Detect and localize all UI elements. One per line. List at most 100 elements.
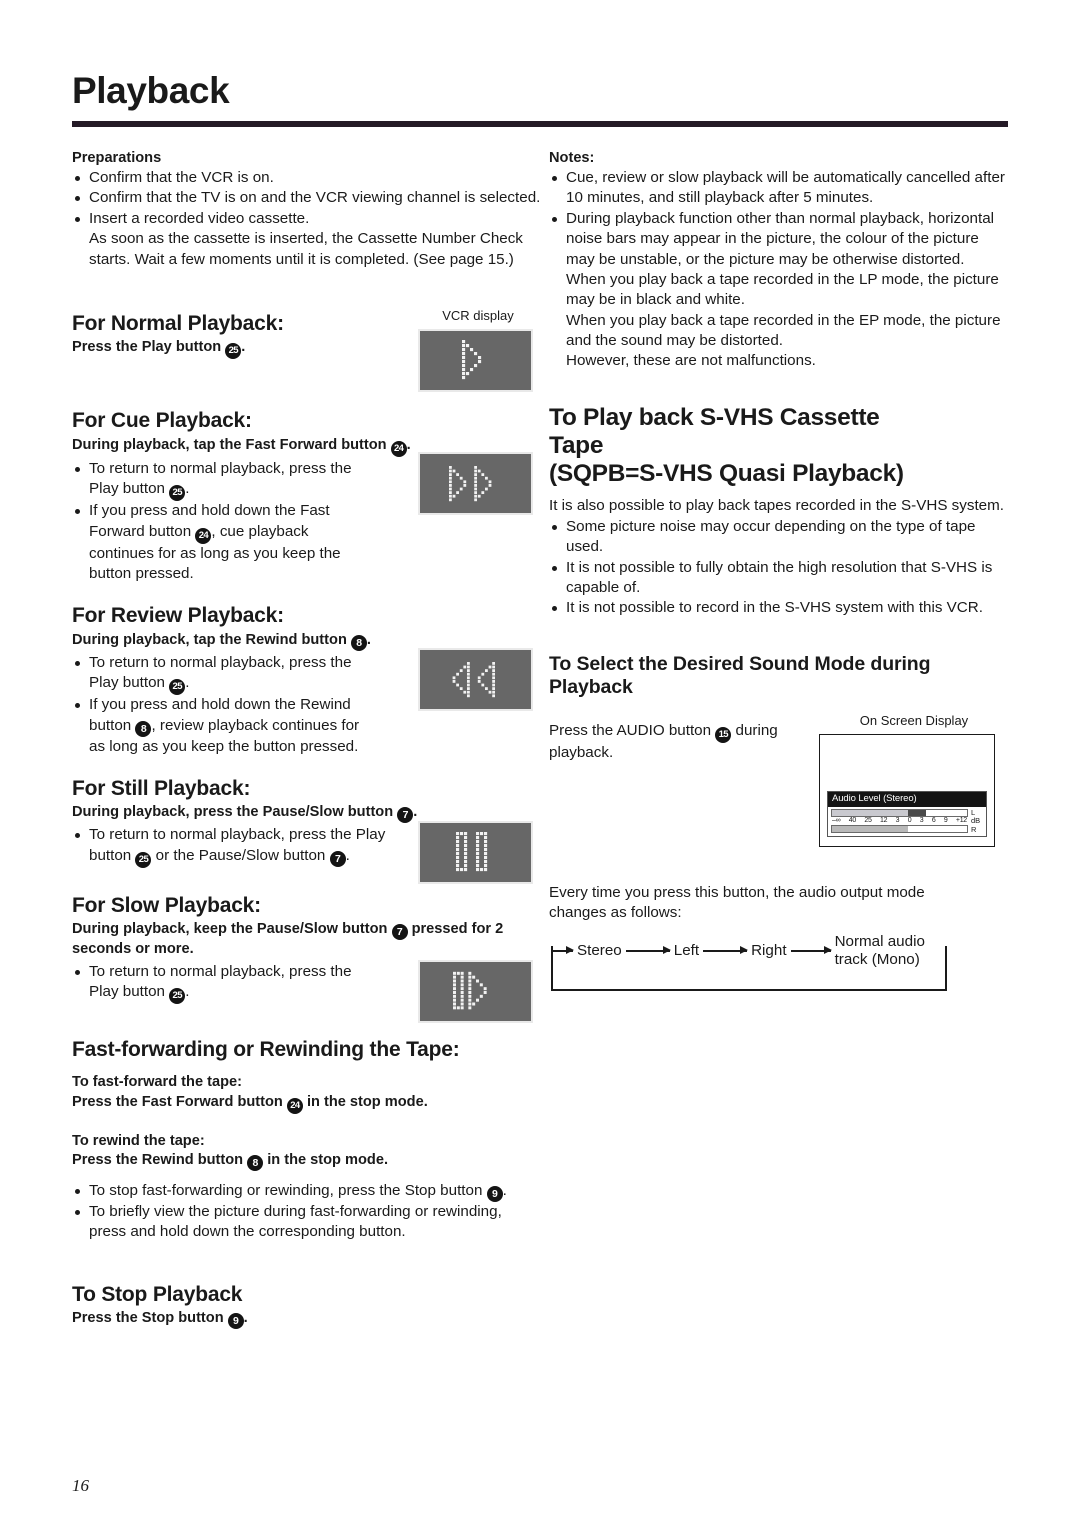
scale-tick: 9: [943, 816, 948, 824]
section-still-playback: For Still Playback: During playback, pre…: [72, 776, 542, 884]
arrow-stereo-left: [625, 946, 671, 955]
audio-mode-cycle-diagram: Stereo Left Right Normal audio track (Mo…: [549, 933, 949, 992]
button-ref-25: 25: [135, 851, 152, 868]
list-item: Some picture noise may occur depending o…: [549, 517, 1008, 558]
meter-label-right: R: [971, 824, 977, 834]
left-column: Preparations Confirm that the VCR is on.…: [72, 149, 542, 1330]
vcr-display-slow: [418, 959, 533, 1023]
button-ref-25: 25: [169, 987, 186, 1004]
svhs-bullets: Some picture noise may occur depending o…: [549, 517, 1008, 619]
button-ref-25: 25: [169, 485, 186, 502]
meter-fill-light: [832, 809, 908, 816]
preparations-note: As soon as the cassette is inserted, the…: [89, 230, 523, 268]
notes-extra-lp: When you play back a tape recorded in th…: [566, 270, 999, 309]
ff-label: To fast-forward the tape:: [72, 1074, 242, 1091]
meter-side-labels: L dB R: [968, 808, 983, 835]
meter-scale: –∞ 40 25 12 3 0 3 6 9 +12: [831, 817, 968, 825]
instruction-text: During playback, press the Pause/Slow bu…: [72, 804, 398, 821]
instruction-suffix: .: [413, 804, 418, 821]
button-ref-24: 24: [390, 440, 407, 457]
ff-instruction: Press the Fast Forward button 24 in the …: [72, 1093, 542, 1114]
button-ref-9: 9: [486, 1185, 503, 1202]
notes-block: Notes: Cue, review or slow playback will…: [549, 149, 1008, 372]
button-ref-8: 8: [247, 1154, 264, 1171]
instruction-text: Press the Play button: [72, 339, 226, 356]
list-item: Cue, review or slow playback will be aut…: [549, 168, 1008, 209]
scale-tick: –∞: [832, 816, 841, 824]
list-item: Confirm that the VCR is on.: [72, 168, 542, 188]
vcr-display-fast-forward: [418, 452, 533, 516]
list-item: During playback function other than norm…: [549, 209, 1008, 270]
vcr-display-play: [418, 328, 533, 392]
bullet-text: To return to normal playback, press the …: [89, 962, 352, 1000]
instruction-suffix: .: [406, 436, 411, 453]
section-svhs: To Play back S-VHS Cassette Tape (SQPB=S…: [549, 404, 1008, 619]
button-ref-7: 7: [391, 924, 408, 941]
heading-svhs-line3: (SQPB=S-VHS Quasi Playback): [549, 459, 904, 487]
bullet-suffix: .: [185, 480, 190, 498]
heading-stop-playback: To Stop Playback: [72, 1282, 243, 1306]
scale-tick: 3: [895, 816, 900, 824]
osd-frame: Audio Level (Stereo) –∞ 40 25 12 3 0 3 6…: [819, 734, 995, 848]
notes-heading: Notes:: [549, 149, 595, 166]
preparations-heading: Preparations: [72, 149, 162, 166]
section-normal-playback: VCR display For Normal Playback: Press t…: [72, 308, 542, 392]
rewind-label: To rewind the tape:: [72, 1132, 205, 1149]
cycle-step-stereo: Stereo: [577, 941, 622, 959]
notes-extra-malfunction: However, these are not malfunctions.: [566, 352, 816, 370]
meter-stack: –∞ 40 25 12 3 0 3 6 9 +12: [831, 808, 968, 835]
meter-fill-dark: [907, 809, 927, 816]
button-ref-24: 24: [195, 527, 212, 544]
heading-review-playback: For Review Playback:: [72, 604, 284, 628]
arrow-into-stereo: [551, 946, 574, 955]
section-stop-playback: To Stop Playback Press the Stop button 9…: [72, 1283, 542, 1330]
scale-tick: 6: [931, 816, 936, 824]
button-ref-25: 25: [225, 343, 242, 360]
instruction-text: Press the AUDIO button: [549, 721, 716, 739]
list-item: If you press and hold down the Fast Forw…: [72, 501, 372, 584]
cycle-step-mono: Normal audio track (Mono): [834, 933, 925, 968]
bullet-text: To return to normal playback, press the …: [89, 459, 352, 498]
slow-bullets: To return to normal playback, press the …: [72, 962, 372, 1004]
list-item: It is not possible to record in the S-VH…: [549, 598, 1008, 618]
button-ref-9: 9: [227, 1313, 244, 1330]
review-bullets: To return to normal playback, press the …: [72, 653, 372, 757]
heading-svhs-line1: To Play back S-VHS Cassette: [549, 403, 880, 431]
notes-extra-ep: When you play back a tape recorded in th…: [566, 311, 1001, 349]
instruction-text: During playback, keep the Pause/Slow but…: [72, 921, 392, 938]
list-item: It is not possible to fully obtain the h…: [549, 558, 1008, 599]
list-item: To return to normal playback, press the …: [72, 653, 372, 696]
heading-still-playback: For Still Playback:: [72, 776, 251, 800]
scale-tick: 40: [848, 816, 856, 824]
cycle-step-left: Left: [673, 941, 700, 959]
two-column-body: Preparations Confirm that the VCR is on.…: [72, 149, 1008, 1330]
right-column: Notes: Cue, review or slow playback will…: [542, 149, 1008, 1329]
meter-fill-light: [832, 825, 908, 832]
section-slow-playback: For Slow Playback: During playback, keep…: [72, 893, 542, 1023]
bullet-text: To return to normal playback, press the …: [89, 653, 352, 692]
meter-bar-right: [831, 824, 968, 833]
arrow-left-right: [703, 946, 749, 955]
scale-tick: 25: [864, 816, 872, 824]
bullet-suffix: .: [185, 674, 190, 692]
osd-meters: –∞ 40 25 12 3 0 3 6 9 +12 L dB R: [828, 806, 986, 837]
list-item: To stop fast-forwarding or rewinding, pr…: [72, 1181, 534, 1202]
slow-play-icon: [452, 972, 487, 1010]
on-screen-display-block: On Screen Display Audio Level (Stereo) –…: [819, 713, 1009, 848]
osd-audio-level-panel: Audio Level (Stereo) –∞ 40 25 12 3 0 3 6…: [827, 790, 987, 838]
cue-bullets: To return to normal playback, press the …: [72, 459, 372, 584]
section-sound-mode: To Select the Desired Sound Mode during …: [549, 653, 1008, 992]
heading-sound-mode-line1: To Select the Desired Sound Mode during: [549, 652, 931, 675]
instruction-suffix: in the stop mode.: [302, 1093, 428, 1110]
instruction-suffix: .: [243, 1310, 248, 1327]
meter-bar-left: [831, 808, 968, 817]
button-ref-8: 8: [350, 634, 367, 651]
heading-slow-playback: For Slow Playback:: [72, 893, 261, 917]
instruction-text: Press the Stop button: [72, 1310, 228, 1327]
rewind-instruction: Press the Rewind button 8 in the stop mo…: [72, 1151, 542, 1171]
sound-mode-instruction: Press the AUDIO button 15 during playbac…: [549, 721, 799, 763]
play-icon: [461, 340, 481, 380]
button-ref-7: 7: [329, 850, 346, 867]
section-cue-playback: For Cue Playback: During playback, tap t…: [72, 409, 542, 584]
list-item: Confirm that the TV is on and the VCR vi…: [72, 188, 542, 208]
